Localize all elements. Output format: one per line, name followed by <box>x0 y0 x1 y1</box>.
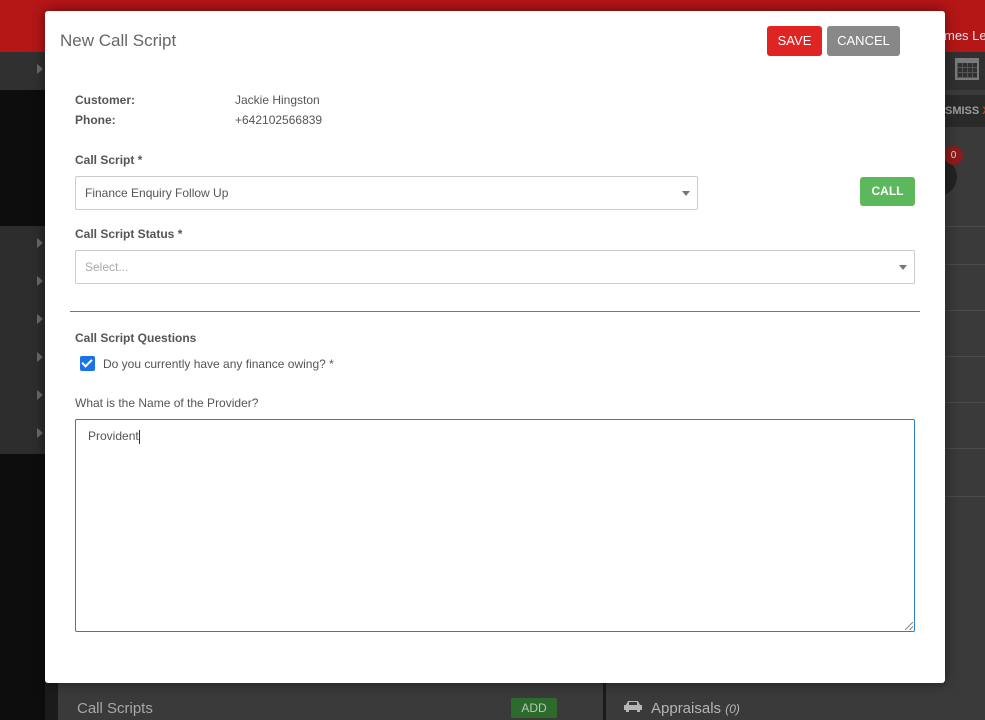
chevron-right-icon[interactable] <box>37 428 43 438</box>
chevron-right-icon[interactable] <box>37 390 43 400</box>
add-call-script-button[interactable]: ADD <box>511 698 557 718</box>
chevron-down-icon <box>899 265 907 270</box>
call-button[interactable]: CALL <box>860 177 915 206</box>
divider <box>945 264 985 265</box>
finance-owing-label[interactable]: Do you currently have any finance owing?… <box>103 357 334 371</box>
phone-label: Phone: <box>75 113 116 127</box>
provider-answer-textarea[interactable]: Provident <box>75 419 915 632</box>
dismiss-label: SMISS <box>945 105 980 117</box>
call-script-status-select[interactable]: Select... <box>75 250 915 284</box>
divider <box>945 226 985 227</box>
chevron-right-icon[interactable] <box>37 238 43 248</box>
call-script-selected-value: Finance Enquiry Follow Up <box>85 186 229 200</box>
new-call-script-modal: New Call Script SAVE CANCEL Customer: Ja… <box>45 11 945 683</box>
provider-answer-text: Provident <box>88 429 139 443</box>
modal-title: New Call Script <box>60 31 177 50</box>
chevron-right-icon[interactable] <box>37 314 43 324</box>
call-script-status-label: Call Script Status * <box>75 227 183 241</box>
section-divider <box>70 311 920 312</box>
appraisals-label: Appraisals <box>651 700 722 717</box>
divider <box>945 356 985 357</box>
call-script-label: Call Script * <box>75 153 143 167</box>
finance-owing-checkbox[interactable] <box>80 356 95 371</box>
appraisals-title: Appraisals (0) <box>651 700 740 717</box>
car-icon <box>624 701 642 712</box>
user-name[interactable]: mes Le <box>944 28 985 43</box>
phone-value: +642102566839 <box>235 113 323 127</box>
call-script-questions-title: Call Script Questions <box>75 331 197 345</box>
call-script-status-placeholder: Select... <box>85 260 129 274</box>
divider <box>945 402 985 403</box>
left-panel <box>0 226 45 454</box>
divider <box>945 448 985 449</box>
customer-label: Customer: <box>75 93 136 107</box>
chevron-right-icon[interactable] <box>37 64 43 74</box>
notification-badge: 0 <box>944 146 963 165</box>
chevron-down-icon <box>682 191 690 196</box>
calendar-icon[interactable] <box>955 58 979 80</box>
provider-question-label: What is the Name of the Provider? <box>75 396 259 410</box>
divider <box>945 496 985 497</box>
dismiss-button[interactable]: SMISS X <box>945 95 985 127</box>
chevron-right-icon[interactable] <box>37 276 43 286</box>
chevron-right-icon[interactable] <box>37 352 43 362</box>
call-scripts-title: Call Scripts <box>77 700 153 717</box>
divider <box>945 310 985 311</box>
cancel-button[interactable]: CANCEL <box>827 26 900 56</box>
text-cursor <box>138 429 140 444</box>
resize-handle[interactable] <box>905 622 913 630</box>
customer-value: Jackie Hingston <box>235 93 320 107</box>
appraisals-count: (0) <box>725 702 740 716</box>
call-script-select[interactable]: Finance Enquiry Follow Up <box>75 176 698 210</box>
save-button[interactable]: SAVE <box>767 26 822 56</box>
